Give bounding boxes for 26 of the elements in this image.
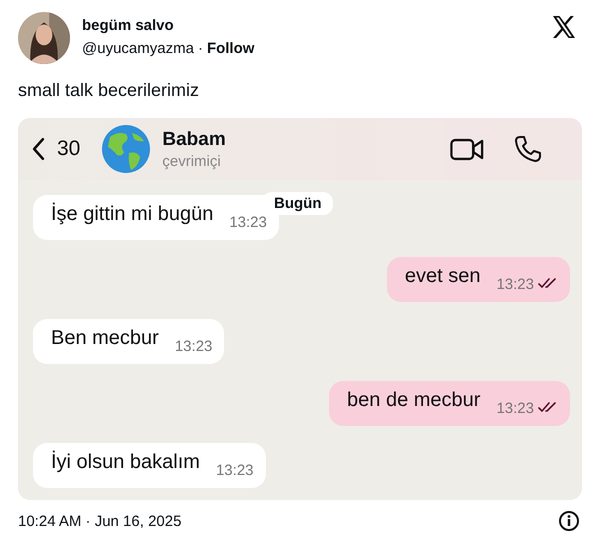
message-time: 13:23 — [216, 462, 254, 479]
tweet-timestamp[interactable]: 10:24 AM · Jun 16, 2025 — [18, 512, 182, 530]
message-text: Ben mecbur — [51, 327, 159, 350]
contact-name: Babam — [162, 128, 227, 150]
message-text: evet sen — [404, 265, 480, 288]
message-text: İyi olsun bakalım — [51, 451, 200, 474]
message-text: ben de mecbur — [347, 389, 480, 412]
message-time: 13:23 — [229, 214, 267, 231]
follow-link[interactable]: Follow — [206, 40, 254, 57]
message-time: 13:23 — [496, 400, 534, 417]
separator: · — [198, 40, 203, 57]
globe-icon — [102, 125, 150, 173]
message-time: 13:23 — [174, 338, 212, 355]
author-handle[interactable]: @uyucamyazma — [82, 40, 194, 57]
phone-call-icon[interactable] — [514, 135, 542, 163]
tweet-text: small talk becerilerimiz — [18, 80, 200, 102]
info-icon[interactable] — [558, 510, 580, 532]
chevron-icon — [32, 137, 45, 161]
video-call-icon[interactable] — [450, 136, 484, 162]
contact-status: çevrimiçi — [162, 152, 222, 170]
x-logo-icon[interactable] — [552, 16, 576, 38]
message-time: 13:23 — [496, 276, 534, 293]
author-name: begüm salvo — [82, 17, 175, 34]
back-button[interactable]: 30 — [32, 137, 80, 161]
date-badge: Bugün — [262, 192, 334, 215]
message-text: İşe gittin mi bugün — [51, 203, 214, 226]
